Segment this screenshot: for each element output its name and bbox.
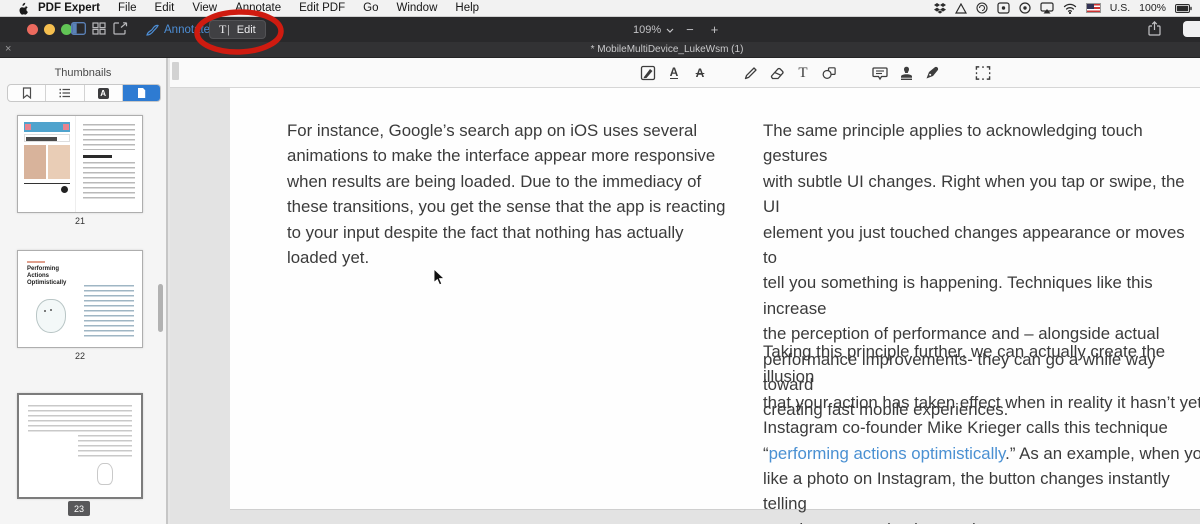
edit-text-cursor-icon: T| [219,22,231,37]
annotate-pen-icon [146,24,159,36]
share-icon[interactable] [1148,21,1161,41]
bookmarks-icon [22,87,32,99]
bear-illustration [36,299,66,333]
app-title-bar: Annotate T| Edit 109% − + [0,17,1200,42]
tab-bookmarks[interactable] [8,85,46,101]
swirl-icon[interactable] [976,2,988,14]
drive-icon[interactable] [955,3,967,14]
sidebar-toggle-icon[interactable] [71,22,86,40]
menu-item-edit[interactable]: Edit [155,2,175,14]
eraser-icon[interactable] [769,64,785,82]
wifi-icon[interactable] [1063,3,1077,14]
minimize-window-button[interactable] [44,24,55,35]
paragraph: For instance, Google’s search app on iOS… [287,118,725,270]
mouse-cursor [433,268,445,291]
menu-item-help[interactable]: Help [455,2,479,14]
macos-menu-bar: PDF Expert File Edit View Annotate Edit … [0,0,1200,17]
menu-item-go[interactable]: Go [363,2,378,14]
paragraph-line-with-link: “performing actions optimistically.” As … [763,441,1200,466]
strikethrough-icon[interactable]: A [692,64,708,82]
text-icon[interactable]: T [795,64,811,82]
document-view: For instance, Google’s search app on iOS… [170,88,1200,524]
tab-outline[interactable] [46,85,84,101]
tab-annotate[interactable]: Annotate [146,19,210,40]
page-thumbnail-22[interactable]: Performing Actions Optimistically [17,250,143,348]
document-tab-bar: × * MobileMultiDevice_LukeWsm (1) [0,42,1200,58]
page-left-column: For instance, Google’s search app on iOS… [287,118,725,270]
tab-annotate-label: Annotate [164,24,210,36]
page-number-badge-selected: 23 [68,501,90,516]
shapes-icon[interactable] [821,64,837,82]
select-area-icon[interactable] [975,64,991,82]
signature-icon[interactable] [924,64,940,82]
sidebar-scrollbar-thumb[interactable] [158,284,163,332]
annotations-icon: A [98,88,109,99]
dropbox-icon[interactable] [934,3,946,14]
thumb22-right [82,251,142,347]
toolbar-icon-row: A A T [640,58,1001,88]
menu-app-name[interactable]: PDF Expert [38,2,100,14]
sidebar-header: Thumbnails [0,58,166,79]
zoom-out-button[interactable]: − [681,22,699,37]
screen: PDF Expert File Edit View Annotate Edit … [0,0,1200,524]
tab-annotations[interactable]: A [85,85,123,101]
paragraph: Taking this principle further, we can ac… [763,339,1200,441]
highlight-icon[interactable] [640,64,656,82]
pencil-icon[interactable] [743,64,759,82]
close-tab-icon[interactable]: × [5,43,11,55]
menu-item-view[interactable]: View [192,2,217,14]
performing-actions-link[interactable]: performing actions optimistically [769,444,1006,463]
grid-view-icon[interactable] [92,22,106,40]
menu-item-file[interactable]: File [118,2,137,14]
search-field[interactable] [1183,21,1200,37]
comment-icon[interactable] [872,64,888,82]
tab-edit-label: Edit [237,24,256,36]
page-number-label: 21 [17,216,143,226]
close-window-button[interactable] [27,24,38,35]
menu-item-window[interactable]: Window [396,2,437,14]
thumb23-figure [97,463,113,485]
page-thumbnail-21[interactable] [17,115,143,213]
tab-edit[interactable]: T| Edit [209,20,266,39]
input-source-label[interactable]: U.S. [1110,2,1130,14]
record-square-icon[interactable] [997,2,1010,14]
thumb21-text-mock [76,116,142,212]
zoom-controls: 109% − + [633,17,723,42]
outline-icon [59,88,71,98]
thumb22-title: Performing Actions Optimistically [27,266,78,287]
menu-item-annotate[interactable]: Annotate [235,2,281,14]
thumb22-left: Performing Actions Optimistically [18,251,82,347]
battery-percentage: 100% [1139,2,1166,14]
page-right-column-para2: Taking this principle further, we can ac… [763,339,1200,524]
annotation-toolbar: A A T [170,58,1200,88]
airplay-icon[interactable] [1040,2,1054,14]
tab-thumbnails[interactable] [123,85,160,101]
menu-item-edit-pdf[interactable]: Edit PDF [299,2,345,14]
menu-bar-status-area: U.S. 100% [934,2,1192,14]
zoom-level-value[interactable]: 109% [633,24,661,36]
document-tab-title[interactable]: * MobileMultiDevice_LukeWsm (1) [591,44,744,55]
sidebar-resize-handle[interactable] [172,62,179,80]
page-thumbnail-23[interactable] [17,393,143,499]
us-flag-icon[interactable] [1086,3,1101,13]
stamp-icon[interactable] [898,64,914,82]
chevron-down-icon[interactable] [666,24,674,36]
thumb21-phone-mock [18,116,76,212]
thumbnails-icon [137,87,146,99]
thumbnails-sidebar: Thumbnails A [0,58,168,524]
zoom-in-button[interactable]: + [706,22,724,37]
pdf-page[interactable]: For instance, Google’s search app on iOS… [230,88,1200,510]
sidebar-tab-switcher: A [7,84,161,102]
battery-icon[interactable] [1175,4,1192,13]
text-after-link: .” As an example, when you [1005,444,1200,463]
underline-icon[interactable]: A [666,64,682,82]
export-icon[interactable] [113,22,128,40]
paragraph: like a photo on Instagram, the button ch… [763,466,1200,524]
page-number-label: 22 [17,351,143,361]
apple-menu-icon[interactable] [16,2,28,15]
record-circle-icon[interactable] [1019,2,1031,14]
